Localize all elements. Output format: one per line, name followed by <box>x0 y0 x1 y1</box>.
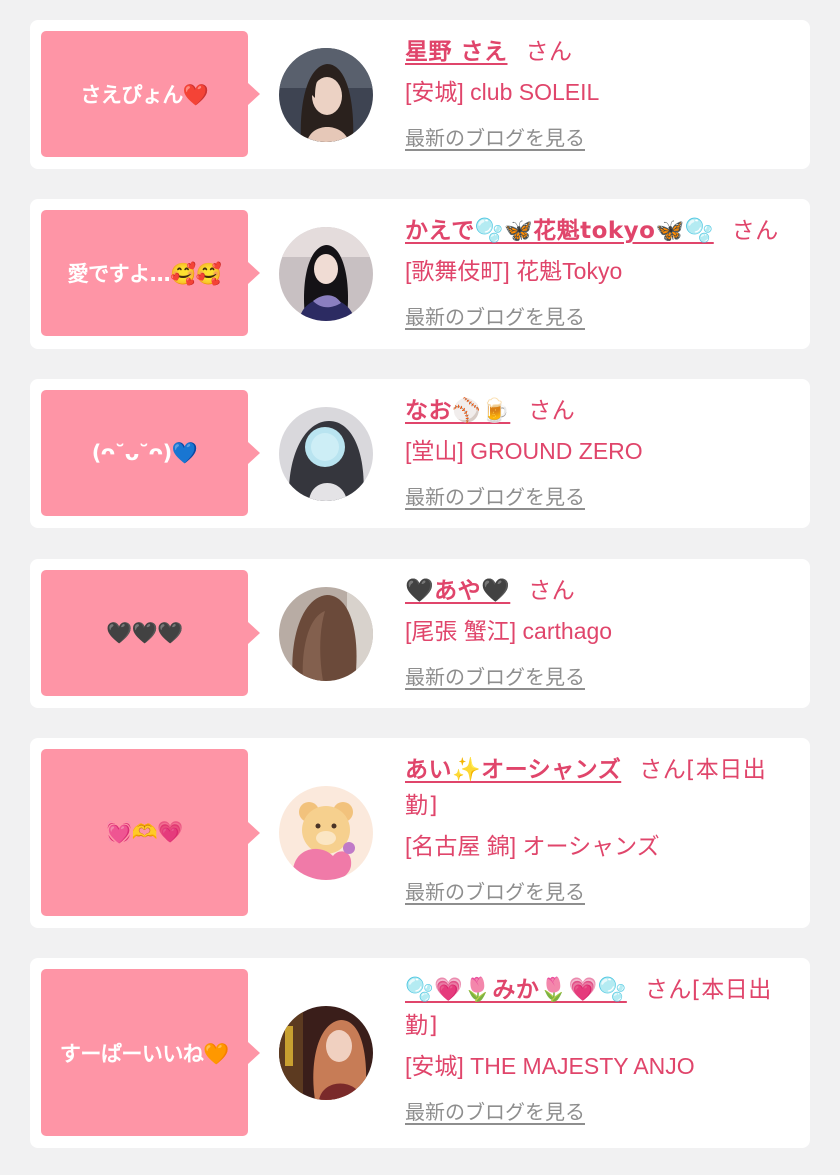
message-text: 🖤🖤🖤 <box>106 620 183 645</box>
card-info: 🫧💗🌷みか🌷💗🫧 さん[本日出勤] [安城] THE MAJESTY ANJO 最… <box>405 972 792 1125</box>
cast-name-link[interactable]: 星野 さえ <box>405 39 508 65</box>
avatar[interactable] <box>279 227 373 321</box>
card-info: 星野 さえ さん [安城] club SOLEIL 最新のブログを見る <box>405 34 792 151</box>
avatar[interactable] <box>279 1006 373 1100</box>
message-text: (ᴖ˘ᴗ˘ᴖ)💙 <box>91 440 198 465</box>
avatar[interactable] <box>279 786 373 880</box>
message-bubble: 愛ですよ…🥰🥰 <box>41 210 260 336</box>
latest-blog-link[interactable]: 最新のブログを見る <box>405 1096 585 1125</box>
message-card: (ᴖ˘ᴗ˘ᴖ)💙 なお⚾️🍺 さん [堂山] GROUND ZERO 最新のブログ… <box>30 379 810 528</box>
name-line: なお⚾️🍺 さん <box>405 393 792 429</box>
message-card: さえぴょん❤️ 星野 さえ さん [安城] club SOLEIL 最新のブログを… <box>30 20 810 169</box>
shop-name: [安城] club SOLEIL <box>405 79 600 105</box>
cast-name-link[interactable]: 🖤あや🖤 <box>405 578 510 604</box>
card-info: かえで🫧🦋花魁tokyo🦋🫧 さん [歌舞伎町] 花魁Tokyo 最新のブログを見… <box>405 213 792 330</box>
latest-blog-link[interactable]: 最新のブログを見る <box>405 876 585 905</box>
avatar[interactable] <box>279 587 373 681</box>
message-text: すーぱーいいね🧡 <box>59 1041 230 1066</box>
message-card: すーぱーいいね🧡 🫧💗🌷みか🌷💗🫧 さん[本日出勤] [安城] THE MAJES… <box>30 958 810 1148</box>
message-bubble: すーぱーいいね🧡 <box>41 969 260 1136</box>
card-info: 🖤あや🖤 さん [尾張 蟹江] carthago 最新のブログを見る <box>405 573 792 690</box>
card-info: なお⚾️🍺 さん [堂山] GROUND ZERO 最新のブログを見る <box>405 393 792 510</box>
latest-blog-link[interactable]: 最新のブログを見る <box>405 122 585 151</box>
message-card: 🖤🖤🖤 🖤あや🖤 さん [尾張 蟹江] carthago 最新のブログを見る <box>30 559 810 708</box>
message-bubble: 🖤🖤🖤 <box>41 570 260 696</box>
latest-blog-link[interactable]: 最新のブログを見る <box>405 661 585 690</box>
name-line: 🫧💗🌷みか🌷💗🫧 さん[本日出勤] <box>405 972 792 1044</box>
shop-name: [安城] THE MAJESTY ANJO <box>405 1053 695 1079</box>
shop-name: [堂山] GROUND ZERO <box>405 438 643 464</box>
avatar[interactable] <box>279 407 373 501</box>
name-line: あい✨オーシャンズ さん[本日出勤] <box>405 752 792 824</box>
cast-name-link[interactable]: かえで🫧🦋花魁tokyo🦋🫧 <box>405 218 714 244</box>
message-text: さえぴょん❤️ <box>80 83 209 107</box>
cast-name-link[interactable]: 🫧💗🌷みか🌷💗🫧 <box>405 977 627 1003</box>
message-bubble: さえぴょん❤️ <box>41 31 260 157</box>
message-card: 愛ですよ…🥰🥰 かえで🫧🦋花魁tokyo🦋🫧 さん [歌舞伎町] 花魁Tokyo … <box>30 199 810 349</box>
cast-name-link[interactable]: なお⚾️🍺 <box>405 398 510 424</box>
shop-name: [名古屋 錦] オーシャンズ <box>405 833 660 859</box>
name-line: かえで🫧🦋花魁tokyo🦋🫧 さん <box>405 213 792 249</box>
honorific: さん <box>731 218 779 244</box>
message-bubble: 💓🫶💗 <box>41 749 260 916</box>
message-text: 💓🫶💗 <box>106 820 183 844</box>
shop-name: [歌舞伎町] 花魁Tokyo <box>405 258 623 284</box>
honorific: さん <box>525 39 573 65</box>
message-text: 愛ですよ…🥰🥰 <box>67 262 222 286</box>
message-card: 💓🫶💗 あい✨オーシャンズ さん[本日出勤] [名古屋 錦] オーシャンズ 最新の… <box>30 738 810 928</box>
card-info: あい✨オーシャンズ さん[本日出勤] [名古屋 錦] オーシャンズ 最新のブログを… <box>405 752 792 905</box>
name-line: 🖤あや🖤 さん <box>405 573 792 609</box>
shop-name: [尾張 蟹江] carthago <box>405 618 613 644</box>
honorific: さん <box>528 578 576 604</box>
name-line: 星野 さえ さん <box>405 34 792 70</box>
latest-blog-link[interactable]: 最新のブログを見る <box>405 301 585 330</box>
cast-name-link[interactable]: あい✨オーシャンズ <box>405 757 621 783</box>
message-bubble: (ᴖ˘ᴗ˘ᴖ)💙 <box>41 390 260 516</box>
latest-blog-link[interactable]: 最新のブログを見る <box>405 481 585 510</box>
honorific: さん <box>528 398 576 424</box>
avatar[interactable] <box>279 48 373 142</box>
